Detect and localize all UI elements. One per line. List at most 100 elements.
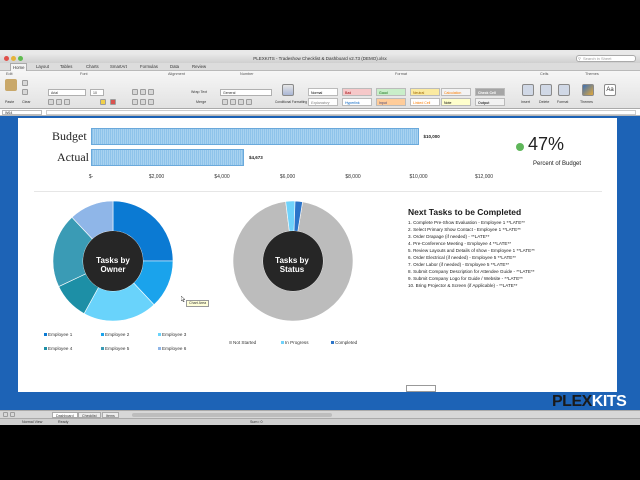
legend-employee-5: Employee 5 bbox=[101, 346, 129, 351]
group-label-number: Number bbox=[240, 72, 254, 76]
tab-data[interactable]: Data bbox=[170, 63, 179, 71]
paste-icon[interactable] bbox=[5, 79, 17, 91]
style-input[interactable]: Input bbox=[376, 98, 406, 106]
theme-fonts-icon[interactable]: Aa bbox=[604, 84, 616, 96]
decimal-decrease-icon[interactable] bbox=[246, 99, 252, 105]
delete-cells-label[interactable]: Delete bbox=[539, 100, 549, 104]
tab-review[interactable]: Review bbox=[192, 63, 206, 71]
tab-formulas[interactable]: Formulas bbox=[140, 63, 158, 71]
legend-swatch bbox=[44, 347, 47, 351]
tab-home[interactable]: Home bbox=[10, 63, 28, 71]
legend-swatch bbox=[331, 341, 334, 345]
budget-bar[interactable] bbox=[91, 128, 419, 145]
legend-swatch bbox=[44, 333, 47, 337]
task-item: 9. Submit Company Logo for Guide / Websi… bbox=[408, 276, 523, 281]
horizontal-scrollbar[interactable] bbox=[132, 413, 332, 417]
budget-value-label: $10,000 bbox=[423, 134, 440, 139]
bold-icon[interactable] bbox=[48, 99, 54, 105]
axis-tick-label: $8,000 bbox=[345, 174, 361, 180]
page-layout-view-icon[interactable] bbox=[10, 412, 15, 417]
number-format-select[interactable]: General bbox=[220, 89, 272, 96]
tab-tables[interactable]: Tables bbox=[60, 63, 72, 71]
style-linked-cell[interactable]: Linked Cell bbox=[410, 98, 440, 106]
tab-layout[interactable]: Layout bbox=[36, 63, 49, 71]
legend-swatch bbox=[229, 341, 232, 345]
style-calculation[interactable]: Calculation bbox=[441, 88, 471, 96]
delete-cells-icon[interactable] bbox=[540, 84, 552, 96]
style-note[interactable]: Note bbox=[441, 98, 471, 106]
axis-tick-label: $10,000 bbox=[409, 174, 428, 180]
style-normal[interactable]: Normal bbox=[308, 88, 338, 96]
percent-icon[interactable] bbox=[230, 99, 236, 105]
name-box[interactable]: W64 bbox=[2, 110, 42, 115]
formula-bar: W64 bbox=[0, 109, 640, 116]
underline-icon[interactable] bbox=[64, 99, 70, 105]
close-window-icon[interactable] bbox=[4, 56, 9, 61]
legend-not-started: Not Started bbox=[229, 340, 256, 345]
clear-label[interactable]: Clear bbox=[22, 100, 31, 104]
legend-swatch bbox=[101, 347, 104, 351]
percent-of-budget-label: Percent of Budget bbox=[533, 161, 582, 167]
legend-label: Employee 4 bbox=[48, 346, 73, 351]
format-cells-label[interactable]: Format bbox=[557, 100, 568, 104]
italic-icon[interactable] bbox=[56, 99, 62, 105]
style-check-cell[interactable]: Check Cell bbox=[475, 88, 505, 96]
axis-tick-label: $2,000 bbox=[148, 174, 165, 180]
legend-label: Employee 3 bbox=[162, 332, 187, 337]
font-color-icon[interactable] bbox=[110, 99, 116, 105]
style-output[interactable]: Output bbox=[475, 98, 505, 106]
align-left-icon[interactable] bbox=[132, 89, 138, 95]
conditional-formatting-icon[interactable] bbox=[282, 84, 294, 96]
currency-icon[interactable] bbox=[222, 99, 228, 105]
sheet-tabs-bar: Dashboard Checklist Items bbox=[0, 410, 640, 418]
fill-icon[interactable] bbox=[22, 80, 28, 86]
themes-label[interactable]: Themes bbox=[580, 100, 593, 104]
copy-icon[interactable] bbox=[22, 89, 28, 95]
insert-cells-icon[interactable] bbox=[522, 84, 534, 96]
group-label-cells: Cells bbox=[540, 72, 549, 76]
align-center-icon[interactable] bbox=[140, 89, 146, 95]
chart-resize-handle[interactable] bbox=[406, 385, 436, 392]
align-right-icon[interactable] bbox=[148, 89, 154, 95]
wrap-text-button[interactable]: Wrap Text bbox=[191, 90, 207, 94]
task-item: 3. Order Drapage (if needed) - **LATE** bbox=[408, 234, 490, 239]
style-good[interactable]: Good bbox=[376, 88, 406, 96]
legend-employee-6: Employee 6 bbox=[158, 346, 186, 351]
ribbon-toolbar: Edit Font Alignment Number Format Cells … bbox=[0, 71, 640, 109]
task-item: 10. Bring Projector & Screen (if Applica… bbox=[408, 283, 518, 288]
plexkits-logo: PLEXKITS bbox=[552, 393, 627, 411]
justify-icon[interactable] bbox=[148, 99, 154, 105]
format-cells-icon[interactable] bbox=[558, 84, 570, 96]
legend-employee-2: Employee 2 bbox=[101, 332, 129, 337]
formula-input[interactable] bbox=[46, 110, 636, 115]
legend-swatch bbox=[101, 333, 104, 337]
search-input[interactable]: ⚲ Search in Sheet bbox=[576, 55, 636, 62]
axis-tick-label: $6,000 bbox=[279, 174, 296, 180]
style-hyperlink[interactable]: Hyperlink bbox=[342, 98, 372, 106]
normal-view-icon[interactable] bbox=[3, 412, 8, 417]
axis-tick-label: $12,000 bbox=[474, 174, 494, 180]
conditional-formatting-label[interactable]: Conditional Formatting bbox=[275, 100, 307, 104]
tab-smartart[interactable]: SmartArt bbox=[110, 63, 127, 71]
legend-employee-3: Employee 3 bbox=[158, 332, 186, 337]
font-name-select[interactable]: Arial bbox=[48, 89, 86, 96]
decimal-increase-icon[interactable] bbox=[238, 99, 244, 105]
actual-bar[interactable] bbox=[91, 149, 245, 166]
merge-button[interactable]: Merge bbox=[196, 100, 206, 104]
indent-icon[interactable] bbox=[132, 99, 138, 105]
style-explanatory[interactable]: Explanatory bbox=[308, 98, 338, 106]
outdent-icon[interactable] bbox=[140, 99, 146, 105]
group-label-font: Font bbox=[80, 72, 88, 76]
style-neutral[interactable]: Neutral bbox=[410, 88, 440, 96]
style-bad[interactable]: Bad bbox=[342, 88, 372, 96]
highlight-icon[interactable] bbox=[100, 99, 106, 105]
tab-charts[interactable]: Charts bbox=[86, 63, 99, 71]
minimize-window-icon[interactable] bbox=[11, 56, 16, 61]
legend-employee-4: Employee 4 bbox=[44, 346, 72, 351]
legend-label: Employee 5 bbox=[105, 346, 130, 351]
insert-cells-label[interactable]: Insert bbox=[521, 100, 530, 104]
maximize-window-icon[interactable] bbox=[18, 56, 23, 61]
font-size-select[interactable]: 10 bbox=[90, 89, 104, 96]
themes-icon[interactable] bbox=[582, 84, 594, 96]
status-view: Normal View bbox=[22, 420, 43, 424]
